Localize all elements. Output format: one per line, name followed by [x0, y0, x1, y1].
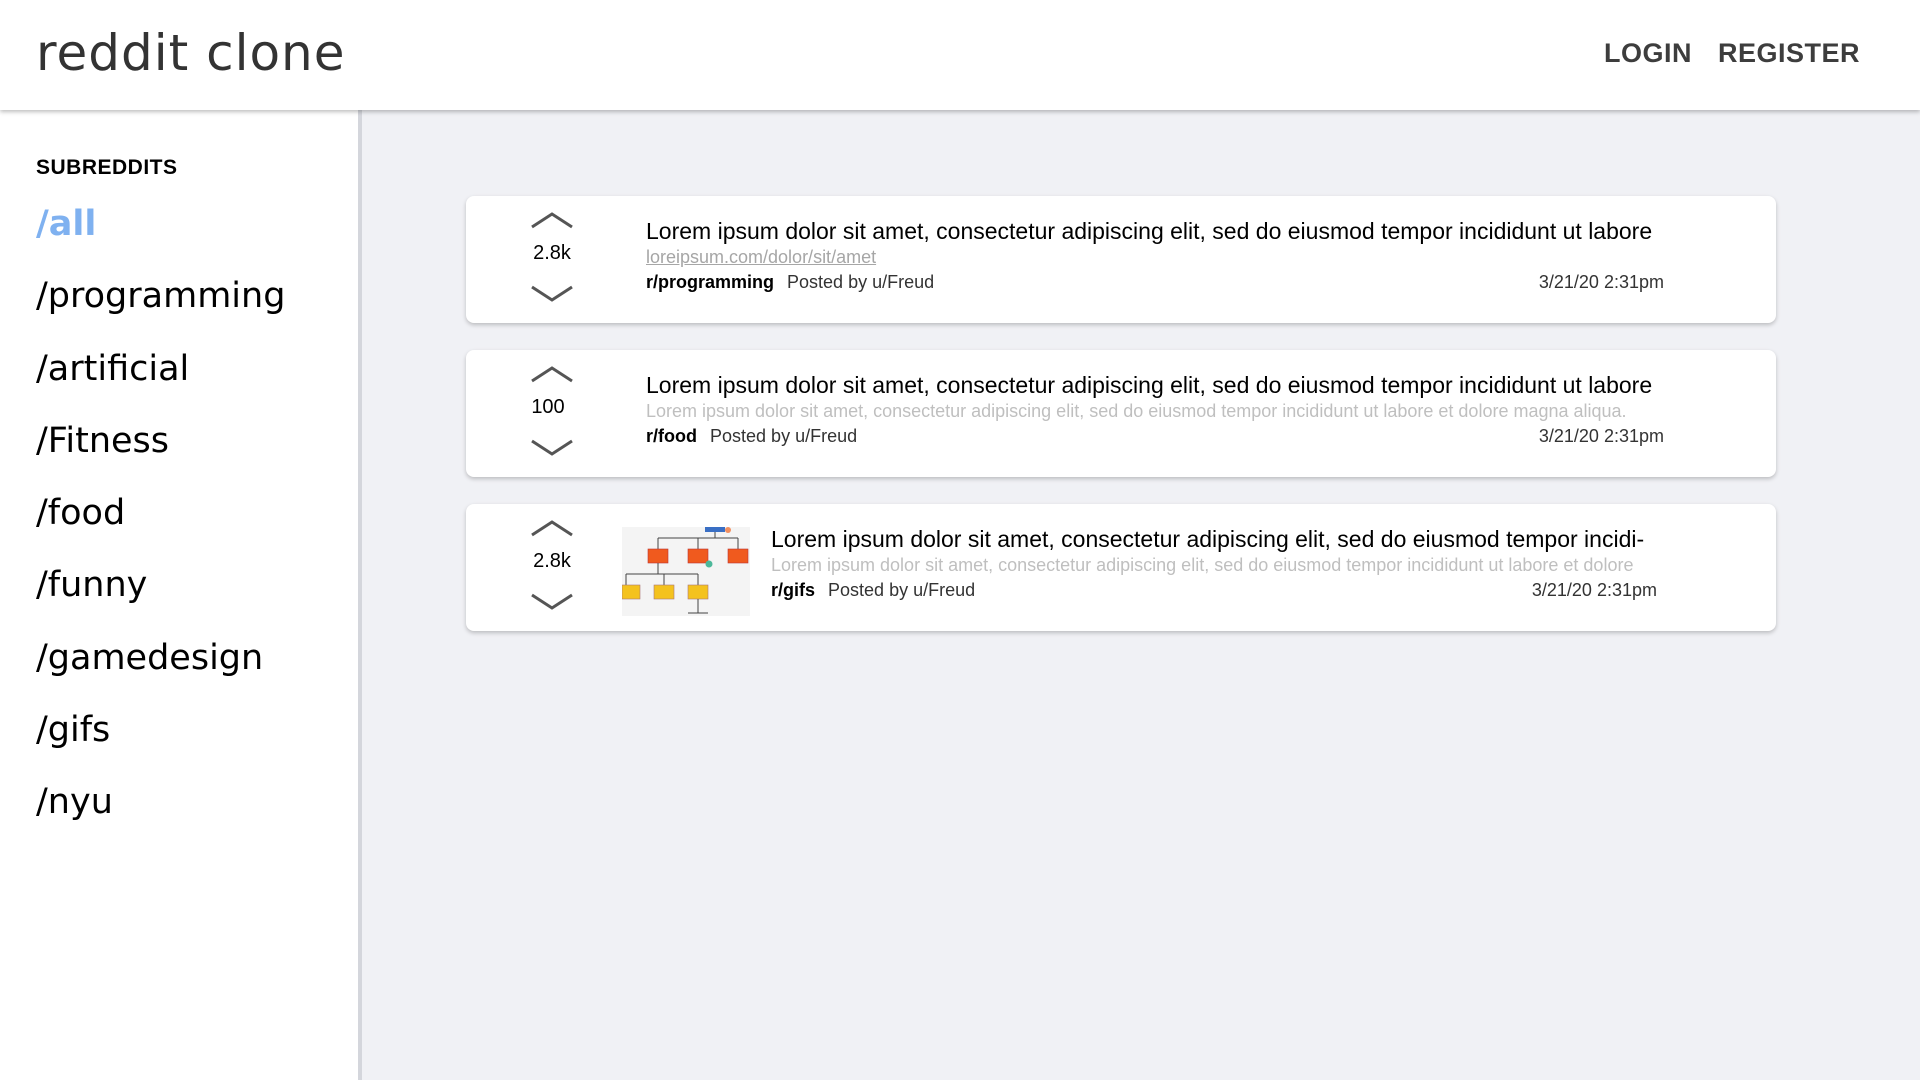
vote-count: 100 — [531, 396, 565, 418]
post-card: 2.8k Lorem ipsum dolor sit amet, consect… — [466, 504, 1776, 631]
sidebar-item-gifs[interactable]: /gifs — [36, 713, 285, 785]
sidebar-item-nyu[interactable]: /nyu — [36, 785, 285, 857]
post-timestamp: 3/21/20 2:31pm — [1538, 426, 1664, 446]
post-author: Posted by u/Freud — [787, 272, 935, 292]
sidebar-heading: SUBREDDITS — [36, 156, 178, 179]
post-text-preview: Lorem ipsum dolor sit amet, consectetur … — [646, 401, 1627, 421]
top-header: reddit clone LOGIN REGISTER — [0, 0, 1920, 110]
sidebar-item-all[interactable]: /all — [36, 206, 285, 279]
subreddit-list: /all /programming /artificial /Fitness /… — [36, 206, 285, 858]
auth-links: LOGIN REGISTER — [1604, 38, 1860, 69]
post-content: Lorem ipsum dolor sit amet, consectetur … — [646, 218, 1664, 295]
vote-count: 2.8k — [533, 242, 571, 264]
vote-controls: 2.8k — [522, 518, 582, 618]
vote-controls: 2.8k — [522, 210, 582, 310]
login-link[interactable]: LOGIN — [1604, 38, 1692, 69]
post-title[interactable]: Lorem ipsum dolor sit amet, consectetur … — [646, 372, 1664, 399]
sidebar-item-programming[interactable]: /programming — [36, 279, 285, 351]
post-author: Posted by u/Freud — [710, 426, 858, 446]
post-content: Lorem ipsum dolor sit amet, consectetur … — [646, 372, 1664, 449]
post-meta: r/food Posted by u/Freud 3/21/20 2:31pm — [646, 423, 1664, 449]
register-link[interactable]: REGISTER — [1718, 38, 1860, 69]
post-card: 100 Lorem ipsum dolor sit amet, consecte… — [466, 350, 1776, 477]
post-feed: 2.8k Lorem ipsum dolor sit amet, consect… — [466, 196, 1776, 658]
post-link[interactable]: loreipsum.com/dolor/sit/amet — [646, 245, 1664, 269]
sidebar-item-food[interactable]: /food — [36, 496, 285, 568]
vote-count: 2.8k — [533, 550, 571, 572]
post-thumbnail[interactable] — [622, 527, 750, 616]
chevron-up-icon[interactable] — [530, 210, 574, 230]
post-timestamp: 3/21/20 2:31pm — [1531, 580, 1657, 600]
post-title[interactable]: Lorem ipsum dolor sit amet, consectetur … — [771, 526, 1665, 553]
sidebar-item-funny[interactable]: /funny — [36, 568, 285, 640]
subreddit-sidebar: SUBREDDITS /all /programming /artificial… — [0, 110, 362, 1080]
chevron-up-icon[interactable] — [530, 364, 574, 384]
chevron-down-icon[interactable] — [530, 284, 574, 304]
post-subreddit[interactable]: r/programming — [646, 272, 774, 292]
chevron-down-icon[interactable] — [530, 592, 574, 612]
sidebar-item-fitness[interactable]: /Fitness — [36, 423, 285, 496]
chevron-down-icon[interactable] — [530, 438, 574, 458]
post-content: Lorem ipsum dolor sit amet, consectetur … — [771, 526, 1665, 603]
post-meta: r/programming Posted by u/Freud 3/21/20 … — [646, 269, 1664, 295]
post-timestamp: 3/21/20 2:31pm — [1538, 272, 1664, 292]
post-text-preview: Lorem ipsum dolor sit amet, consectetur … — [771, 555, 1634, 575]
post-card: 2.8k Lorem ipsum dolor sit amet, consect… — [466, 196, 1776, 323]
app-title[interactable]: reddit clone — [36, 24, 346, 82]
chevron-up-icon[interactable] — [530, 518, 574, 538]
post-meta: r/gifs Posted by u/Freud 3/21/20 2:31pm — [771, 577, 1657, 603]
post-subreddit[interactable]: r/gifs — [771, 580, 815, 600]
sidebar-item-artificial[interactable]: /artificial — [36, 351, 285, 424]
post-author: Posted by u/Freud — [828, 580, 976, 600]
sidebar-item-gamedesign[interactable]: /gamedesign — [36, 640, 285, 713]
vote-controls: 100 — [522, 364, 582, 464]
post-title[interactable]: Lorem ipsum dolor sit amet, consectetur … — [646, 218, 1664, 245]
post-subreddit[interactable]: r/food — [646, 426, 697, 446]
